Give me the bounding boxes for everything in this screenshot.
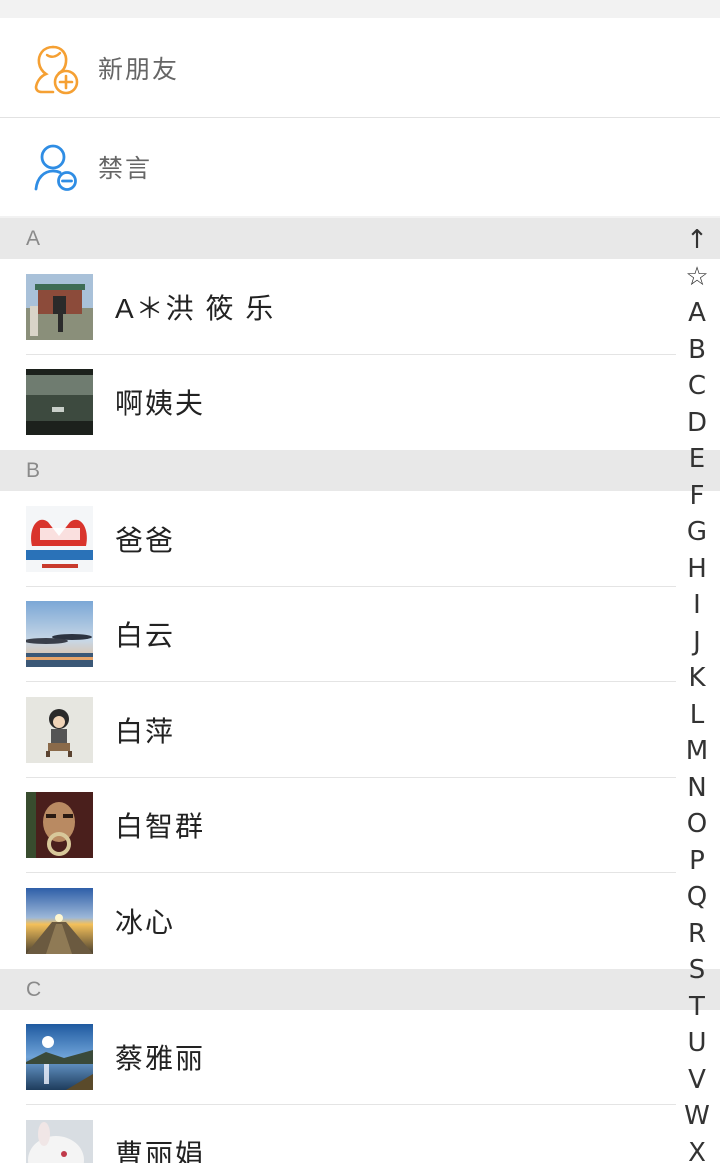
index-letter-n[interactable]: N bbox=[678, 770, 716, 807]
new-friends-row[interactable]: 新朋友 bbox=[0, 18, 720, 117]
alphabet-index-bar[interactable]: ↑ ☆ A B C D E F G H I J K L M N O P Q R … bbox=[678, 222, 716, 1163]
index-letter-w[interactable]: W bbox=[678, 1098, 716, 1135]
section-header-a: A bbox=[0, 218, 720, 259]
index-letter-g[interactable]: G bbox=[678, 514, 716, 551]
index-letter-q[interactable]: Q bbox=[678, 879, 716, 916]
index-favorites-star[interactable]: ☆ bbox=[678, 259, 716, 296]
contact-name: 曹丽娟 bbox=[115, 1138, 206, 1163]
contacts-screen: 新朋友 禁言 A A＊洪 筱 乐 啊姨夫 B 爸爸 白云 白萍 白智群 冰心 C… bbox=[0, 0, 720, 1163]
index-letter-c[interactable]: C bbox=[678, 368, 716, 405]
contact-row[interactable]: 白萍 bbox=[0, 682, 720, 778]
index-letter-s[interactable]: S bbox=[678, 952, 716, 989]
contact-row[interactable]: 冰心 bbox=[0, 873, 720, 969]
index-letter-o[interactable]: O bbox=[678, 806, 716, 843]
contact-row[interactable]: 啊姨夫 bbox=[0, 354, 720, 450]
index-letter-x[interactable]: X bbox=[678, 1135, 716, 1163]
muted-user-icon bbox=[30, 139, 82, 195]
index-letter-u[interactable]: U bbox=[678, 1025, 716, 1062]
index-letter-v[interactable]: V bbox=[678, 1062, 716, 1099]
avatar bbox=[26, 601, 93, 668]
special-entries: 新朋友 禁言 bbox=[0, 18, 720, 216]
avatar bbox=[26, 273, 93, 340]
muted-row[interactable]: 禁言 bbox=[0, 117, 720, 216]
contact-list: A A＊洪 筱 乐 啊姨夫 B 爸爸 白云 白萍 白智群 冰心 C 蔡雅丽 曹丽… bbox=[0, 218, 720, 1163]
index-letter-k[interactable]: K bbox=[678, 660, 716, 697]
muted-label: 禁言 bbox=[98, 155, 153, 183]
contact-name: 白云 bbox=[115, 620, 176, 652]
contact-row[interactable]: 白云 bbox=[0, 586, 720, 682]
avatar bbox=[26, 505, 93, 572]
contact-name: 蔡雅丽 bbox=[115, 1043, 206, 1075]
avatar bbox=[26, 1024, 93, 1091]
avatar bbox=[26, 792, 93, 859]
index-letter-p[interactable]: P bbox=[678, 843, 716, 880]
new-friends-label: 新朋友 bbox=[98, 55, 180, 84]
avatar bbox=[26, 1119, 93, 1163]
section-header-b: B bbox=[0, 450, 720, 491]
contact-row[interactable]: A＊洪 筱 乐 bbox=[0, 259, 720, 355]
avatar bbox=[26, 696, 93, 763]
index-letter-h[interactable]: H bbox=[678, 551, 716, 588]
avatar bbox=[26, 369, 93, 436]
contact-row[interactable]: 蔡雅丽 bbox=[0, 1009, 720, 1105]
contact-row[interactable]: 白智群 bbox=[0, 777, 720, 873]
index-letter-f[interactable]: F bbox=[678, 478, 716, 515]
add-friend-icon bbox=[30, 40, 82, 96]
contact-row[interactable]: 曹丽娟 bbox=[0, 1105, 720, 1163]
contact-name: 冰心 bbox=[115, 906, 176, 938]
index-letter-t[interactable]: T bbox=[678, 989, 716, 1026]
index-letter-l[interactable]: L bbox=[678, 697, 716, 734]
avatar bbox=[26, 887, 93, 954]
index-letter-d[interactable]: D bbox=[678, 405, 716, 442]
index-letter-b[interactable]: B bbox=[678, 332, 716, 369]
index-letter-e[interactable]: E bbox=[678, 441, 716, 478]
index-letter-j[interactable]: J bbox=[678, 624, 716, 661]
contact-name: 白智群 bbox=[115, 811, 206, 843]
section-header-c: C bbox=[0, 968, 720, 1010]
contact-name: A＊洪 筱 乐 bbox=[115, 292, 276, 324]
index-letter-r[interactable]: R bbox=[678, 916, 716, 953]
index-letter-m[interactable]: M bbox=[678, 733, 716, 770]
contact-name: 爸爸 bbox=[115, 524, 176, 556]
index-top-arrow[interactable]: ↑ bbox=[678, 222, 716, 259]
index-letter-i[interactable]: I bbox=[678, 587, 716, 624]
contact-name: 白萍 bbox=[115, 715, 176, 747]
index-letter-a[interactable]: A bbox=[678, 295, 716, 332]
contact-name: 啊姨夫 bbox=[115, 388, 206, 420]
contact-row[interactable]: 爸爸 bbox=[0, 491, 720, 587]
